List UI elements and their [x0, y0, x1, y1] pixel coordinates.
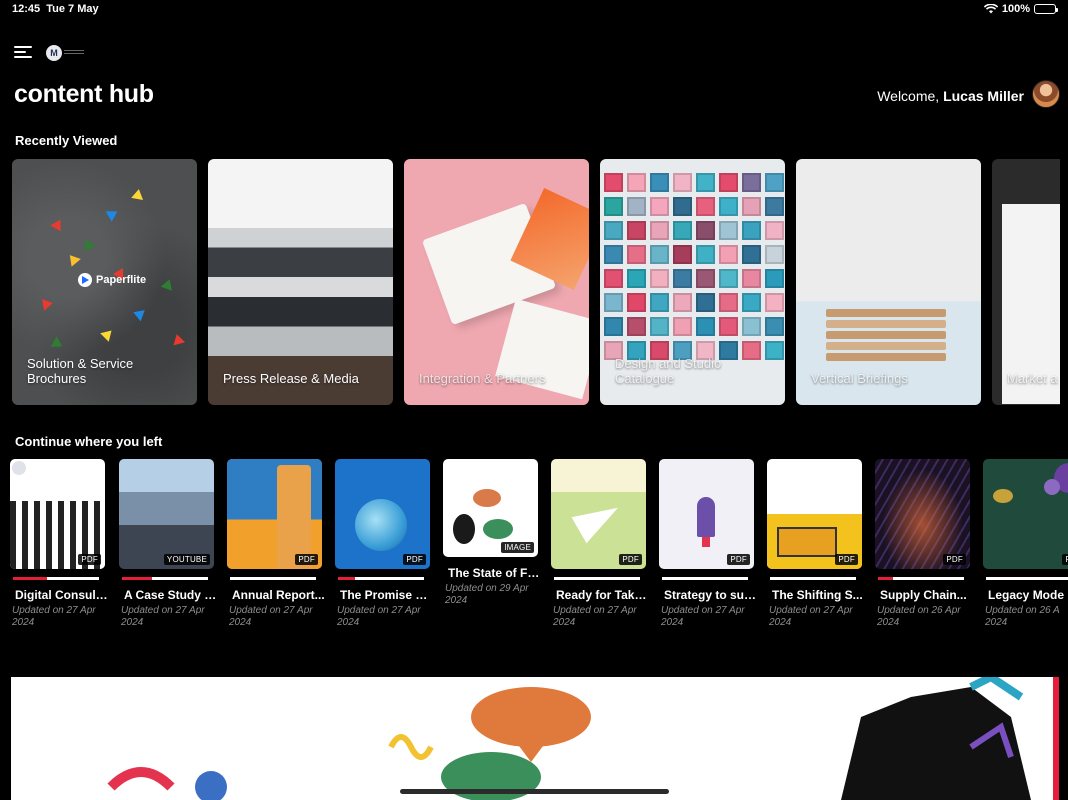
user-name: Lucas Miller	[943, 88, 1024, 104]
doc-title: Digital Consult...	[15, 588, 109, 602]
paperflite-logo: Paperflite	[78, 273, 146, 287]
recent-card-label: Design and Studio Catalogue	[615, 356, 722, 386]
menu-icon[interactable]	[14, 46, 32, 60]
featured-banner[interactable]	[11, 677, 1059, 800]
recent-card-market[interactable]: Market a	[992, 159, 1060, 405]
doc-type-badge: PDF	[295, 554, 318, 565]
doc-updated-date: Updated on 26 A 2024	[985, 605, 1060, 628]
doc-thumbnail: PDF	[335, 459, 430, 569]
doc-type-badge: PDF	[619, 554, 642, 565]
paperflite-icon	[78, 273, 92, 287]
doc-progress	[122, 577, 208, 580]
recent-card-solution-brochures[interactable]: Paperflite Solution & Service Brochures	[12, 159, 197, 405]
status-date: Tue 7 May	[46, 3, 99, 15]
avatar[interactable]	[1032, 80, 1060, 108]
continue-item[interactable]: P Legacy Mode Updated on 26 A 2024	[983, 459, 1068, 629]
doc-updated-date: Updated on 27 Apr 2024	[553, 605, 637, 628]
continue-item[interactable]: PDF Ready for Take... Updated on 27 Apr …	[551, 459, 650, 629]
continue-carousel[interactable]: PDF Digital Consult... Updated on 27 Apr…	[10, 459, 1068, 639]
doc-thumbnail: IMAGE	[443, 459, 538, 557]
continue-item[interactable]: PDF The Shifting S... Updated on 27 Apr …	[767, 459, 865, 629]
wifi-icon	[983, 4, 998, 14]
page-title: content hub	[14, 80, 154, 108]
brand-logo[interactable]: M	[46, 45, 62, 61]
recent-card-label: Solution & Service Brochures	[27, 356, 134, 386]
doc-title: Legacy Mode	[988, 588, 1065, 602]
doc-progress	[878, 577, 964, 580]
continue-item[interactable]: PDF Supply Chain... Updated on 26 Apr 20…	[875, 459, 973, 629]
doc-updated-date: Updated on 27 Apr 2024	[12, 605, 96, 628]
home-indicator[interactable]	[400, 789, 669, 794]
recent-card-press-release[interactable]: Press Release & Media	[208, 159, 393, 405]
recent-card-vertical-briefings[interactable]: Vertical Briefings	[796, 159, 981, 405]
doc-progress-fill	[122, 577, 153, 580]
doc-updated-date: Updated on 27 Apr 2024	[661, 605, 745, 628]
doc-type-badge: PDF	[78, 554, 101, 565]
doc-updated-date: Updated on 27 Apr 2024	[121, 605, 205, 628]
brand-logo-text	[64, 50, 84, 56]
continue-item[interactable]: YOUTUBE A Case Study o... Updated on 27 …	[119, 459, 218, 629]
doc-updated-date: Updated on 27 Apr 2024	[769, 605, 853, 628]
doc-thumbnail: PDF	[875, 459, 970, 569]
doc-type-badge: PDF	[943, 554, 966, 565]
doc-progress	[986, 577, 1068, 580]
continue-item[interactable]: PDF Digital Consult... Updated on 27 Apr…	[10, 459, 109, 629]
banner-accent-edge	[1053, 677, 1059, 800]
doc-title: Ready for Take...	[556, 588, 650, 602]
doc-title: The Promise of...	[340, 588, 434, 602]
continue-item[interactable]: PDF The Promise of... Updated on 27 Apr …	[335, 459, 434, 629]
recently-viewed-carousel[interactable]: Paperflite Solution & Service Brochures …	[12, 159, 1060, 407]
doc-progress-fill	[13, 577, 48, 580]
doc-thumbnail: PDF	[227, 459, 322, 569]
doc-updated-date: Updated on 29 Apr 2024	[445, 583, 529, 606]
doc-updated-date: Updated on 27 Apr 2024	[229, 605, 313, 628]
doc-progress	[662, 577, 748, 580]
battery-icon	[1034, 4, 1058, 14]
doc-thumbnail: PDF	[551, 459, 646, 569]
doc-thumbnail: PDF	[767, 459, 862, 569]
continue-heading: Continue where you left	[15, 434, 163, 449]
continue-item[interactable]: PDF Annual Report... Updated on 27 Apr 2…	[227, 459, 325, 629]
doc-progress	[338, 577, 424, 580]
doc-thumbnail: YOUTUBE	[119, 459, 214, 569]
doc-progress	[230, 577, 316, 580]
doc-progress	[13, 577, 99, 580]
status-bar: 12:45 Tue 7 May 100%	[0, 0, 1068, 20]
battery-percent: 100%	[1001, 3, 1030, 15]
doc-type-badge: P	[1062, 554, 1068, 565]
doc-thumbnail: P	[983, 459, 1068, 569]
recent-card-label: Vertical Briefings	[811, 371, 908, 386]
doc-progress-fill	[338, 577, 356, 580]
continue-item[interactable]: PDF Strategy to sus... Updated on 27 Apr…	[659, 459, 758, 629]
doc-title: Strategy to sus...	[664, 588, 758, 602]
doc-type-badge: YOUTUBE	[163, 554, 210, 565]
doc-type-badge: IMAGE	[501, 542, 534, 553]
continue-item[interactable]: IMAGE The State of Fa... Updated on 29 A…	[443, 459, 542, 607]
doc-title: Supply Chain...	[880, 588, 967, 602]
banner-illustration	[107, 677, 1031, 800]
doc-thumbnail: PDF	[659, 459, 754, 569]
doc-title: A Case Study o...	[124, 588, 218, 602]
status-right: 100%	[983, 3, 1058, 15]
doc-type-badge: PDF	[403, 554, 426, 565]
recent-card-label: Market a	[1007, 371, 1058, 386]
doc-updated-date: Updated on 27 Apr 2024	[337, 605, 421, 628]
doc-title: The State of Fa...	[448, 566, 542, 580]
recently-viewed-heading: Recently Viewed	[15, 133, 118, 148]
doc-title: Annual Report...	[232, 588, 325, 602]
doc-progress-fill	[878, 577, 894, 580]
welcome-text: Welcome, Lucas Miller	[877, 88, 1024, 104]
recent-card-integration[interactable]: Integration & Partners	[404, 159, 589, 405]
doc-type-badge: PDF	[727, 554, 750, 565]
doc-type-badge: PDF	[835, 554, 858, 565]
doc-thumbnail: PDF	[10, 459, 105, 569]
recent-card-design-catalogue[interactable]: Design and Studio Catalogue	[600, 159, 785, 405]
doc-progress	[554, 577, 640, 580]
status-time: 12:45 Tue 7 May	[12, 3, 99, 15]
recent-card-label: Integration & Partners	[419, 371, 546, 386]
recent-card-label: Press Release & Media	[223, 371, 359, 386]
doc-progress	[770, 577, 856, 580]
doc-title: The Shifting S...	[772, 588, 863, 602]
doc-updated-date: Updated on 26 Apr 2024	[877, 605, 961, 628]
